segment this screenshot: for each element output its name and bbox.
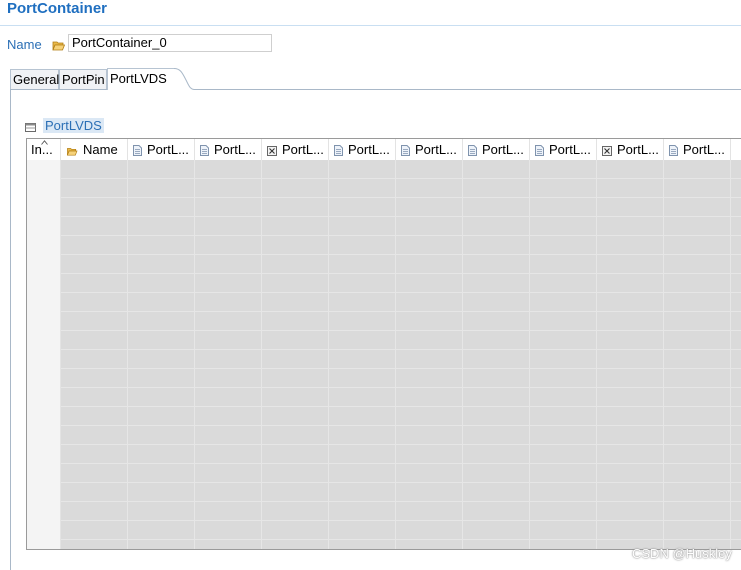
folder-open-icon: [66, 147, 78, 156]
section-title-portlvds[interactable]: PortLVDS: [43, 118, 104, 133]
grid-line: [529, 160, 530, 549]
table-body[interactable]: [61, 160, 741, 549]
tab-curve: [174, 68, 194, 90]
column-header-portl-4[interactable]: PortL...: [329, 139, 396, 160]
grid-line: [663, 160, 664, 549]
grid-line: [61, 216, 741, 217]
sort-arrow-icon: [41, 140, 48, 145]
grid-line: [61, 330, 741, 331]
grid-line: [61, 539, 741, 540]
document-icon: [200, 145, 209, 157]
column-header-portl-8[interactable]: PortL...: [597, 139, 664, 160]
column-header-name[interactable]: Name: [61, 139, 128, 160]
document-icon: [669, 145, 678, 157]
table-header: In... Name PortL... PortL... PortL... Po…: [27, 139, 741, 161]
grid-line: [596, 160, 597, 549]
grid-line: [127, 160, 128, 549]
column-header-portl-9[interactable]: PortL...: [664, 139, 731, 160]
document-icon: [401, 145, 410, 157]
grid-line: [61, 368, 741, 369]
tab-portlvds[interactable]: PortLVDS: [107, 68, 175, 90]
column-header-portl-5[interactable]: PortL...: [396, 139, 463, 160]
grid-line: [61, 425, 741, 426]
grid-line: [61, 235, 741, 236]
grid-line: [61, 349, 741, 350]
grid-line: [61, 273, 741, 274]
column-header-index[interactable]: In...: [27, 139, 61, 160]
grid-line: [61, 292, 741, 293]
grid-line: [61, 178, 741, 179]
column-header-portl-7[interactable]: PortL...: [530, 139, 597, 160]
column-header-portl-2[interactable]: PortL...: [195, 139, 262, 160]
grid-line: [61, 482, 741, 483]
grid-line: [61, 311, 741, 312]
grid-line: [61, 254, 741, 255]
document-icon: [468, 145, 477, 157]
watermark: CSDN @Huskley: [632, 546, 732, 561]
tab-general[interactable]: General: [10, 69, 59, 89]
folder-open-icon: [52, 41, 65, 51]
grid-line: [395, 160, 396, 549]
table-icon: [25, 123, 36, 132]
column-header-portl-1[interactable]: PortL...: [128, 139, 195, 160]
title-divider: [0, 25, 741, 26]
checkbox-icon: [602, 145, 612, 156]
tab-bar: General PortPin PortLVDS: [10, 68, 741, 90]
grid-line: [61, 406, 741, 407]
grid-line: [194, 160, 195, 549]
document-icon: [133, 145, 142, 157]
column-header-portl-6[interactable]: PortL...: [463, 139, 530, 160]
grid-line: [61, 463, 741, 464]
name-field[interactable]: PortContainer_0: [68, 34, 272, 52]
portlvds-table[interactable]: In... Name PortL... PortL... PortL... Po…: [26, 138, 741, 550]
document-icon: [535, 145, 544, 157]
grid-line: [61, 501, 741, 502]
grid-line: [328, 160, 329, 549]
grid-line: [261, 160, 262, 549]
grid-line: [61, 444, 741, 445]
tab-portpin[interactable]: PortPin: [59, 69, 107, 89]
editor-title: PortContainer: [7, 0, 108, 17]
grid-line: [61, 520, 741, 521]
row-index-column: [27, 160, 61, 549]
checkbox-icon: [267, 145, 277, 156]
name-label: Name: [7, 37, 42, 52]
grid-line: [730, 160, 731, 549]
grid-line: [61, 197, 741, 198]
column-header-portl-3[interactable]: PortL...: [262, 139, 329, 160]
document-icon: [334, 145, 343, 157]
grid-line: [61, 387, 741, 388]
grid-line: [462, 160, 463, 549]
